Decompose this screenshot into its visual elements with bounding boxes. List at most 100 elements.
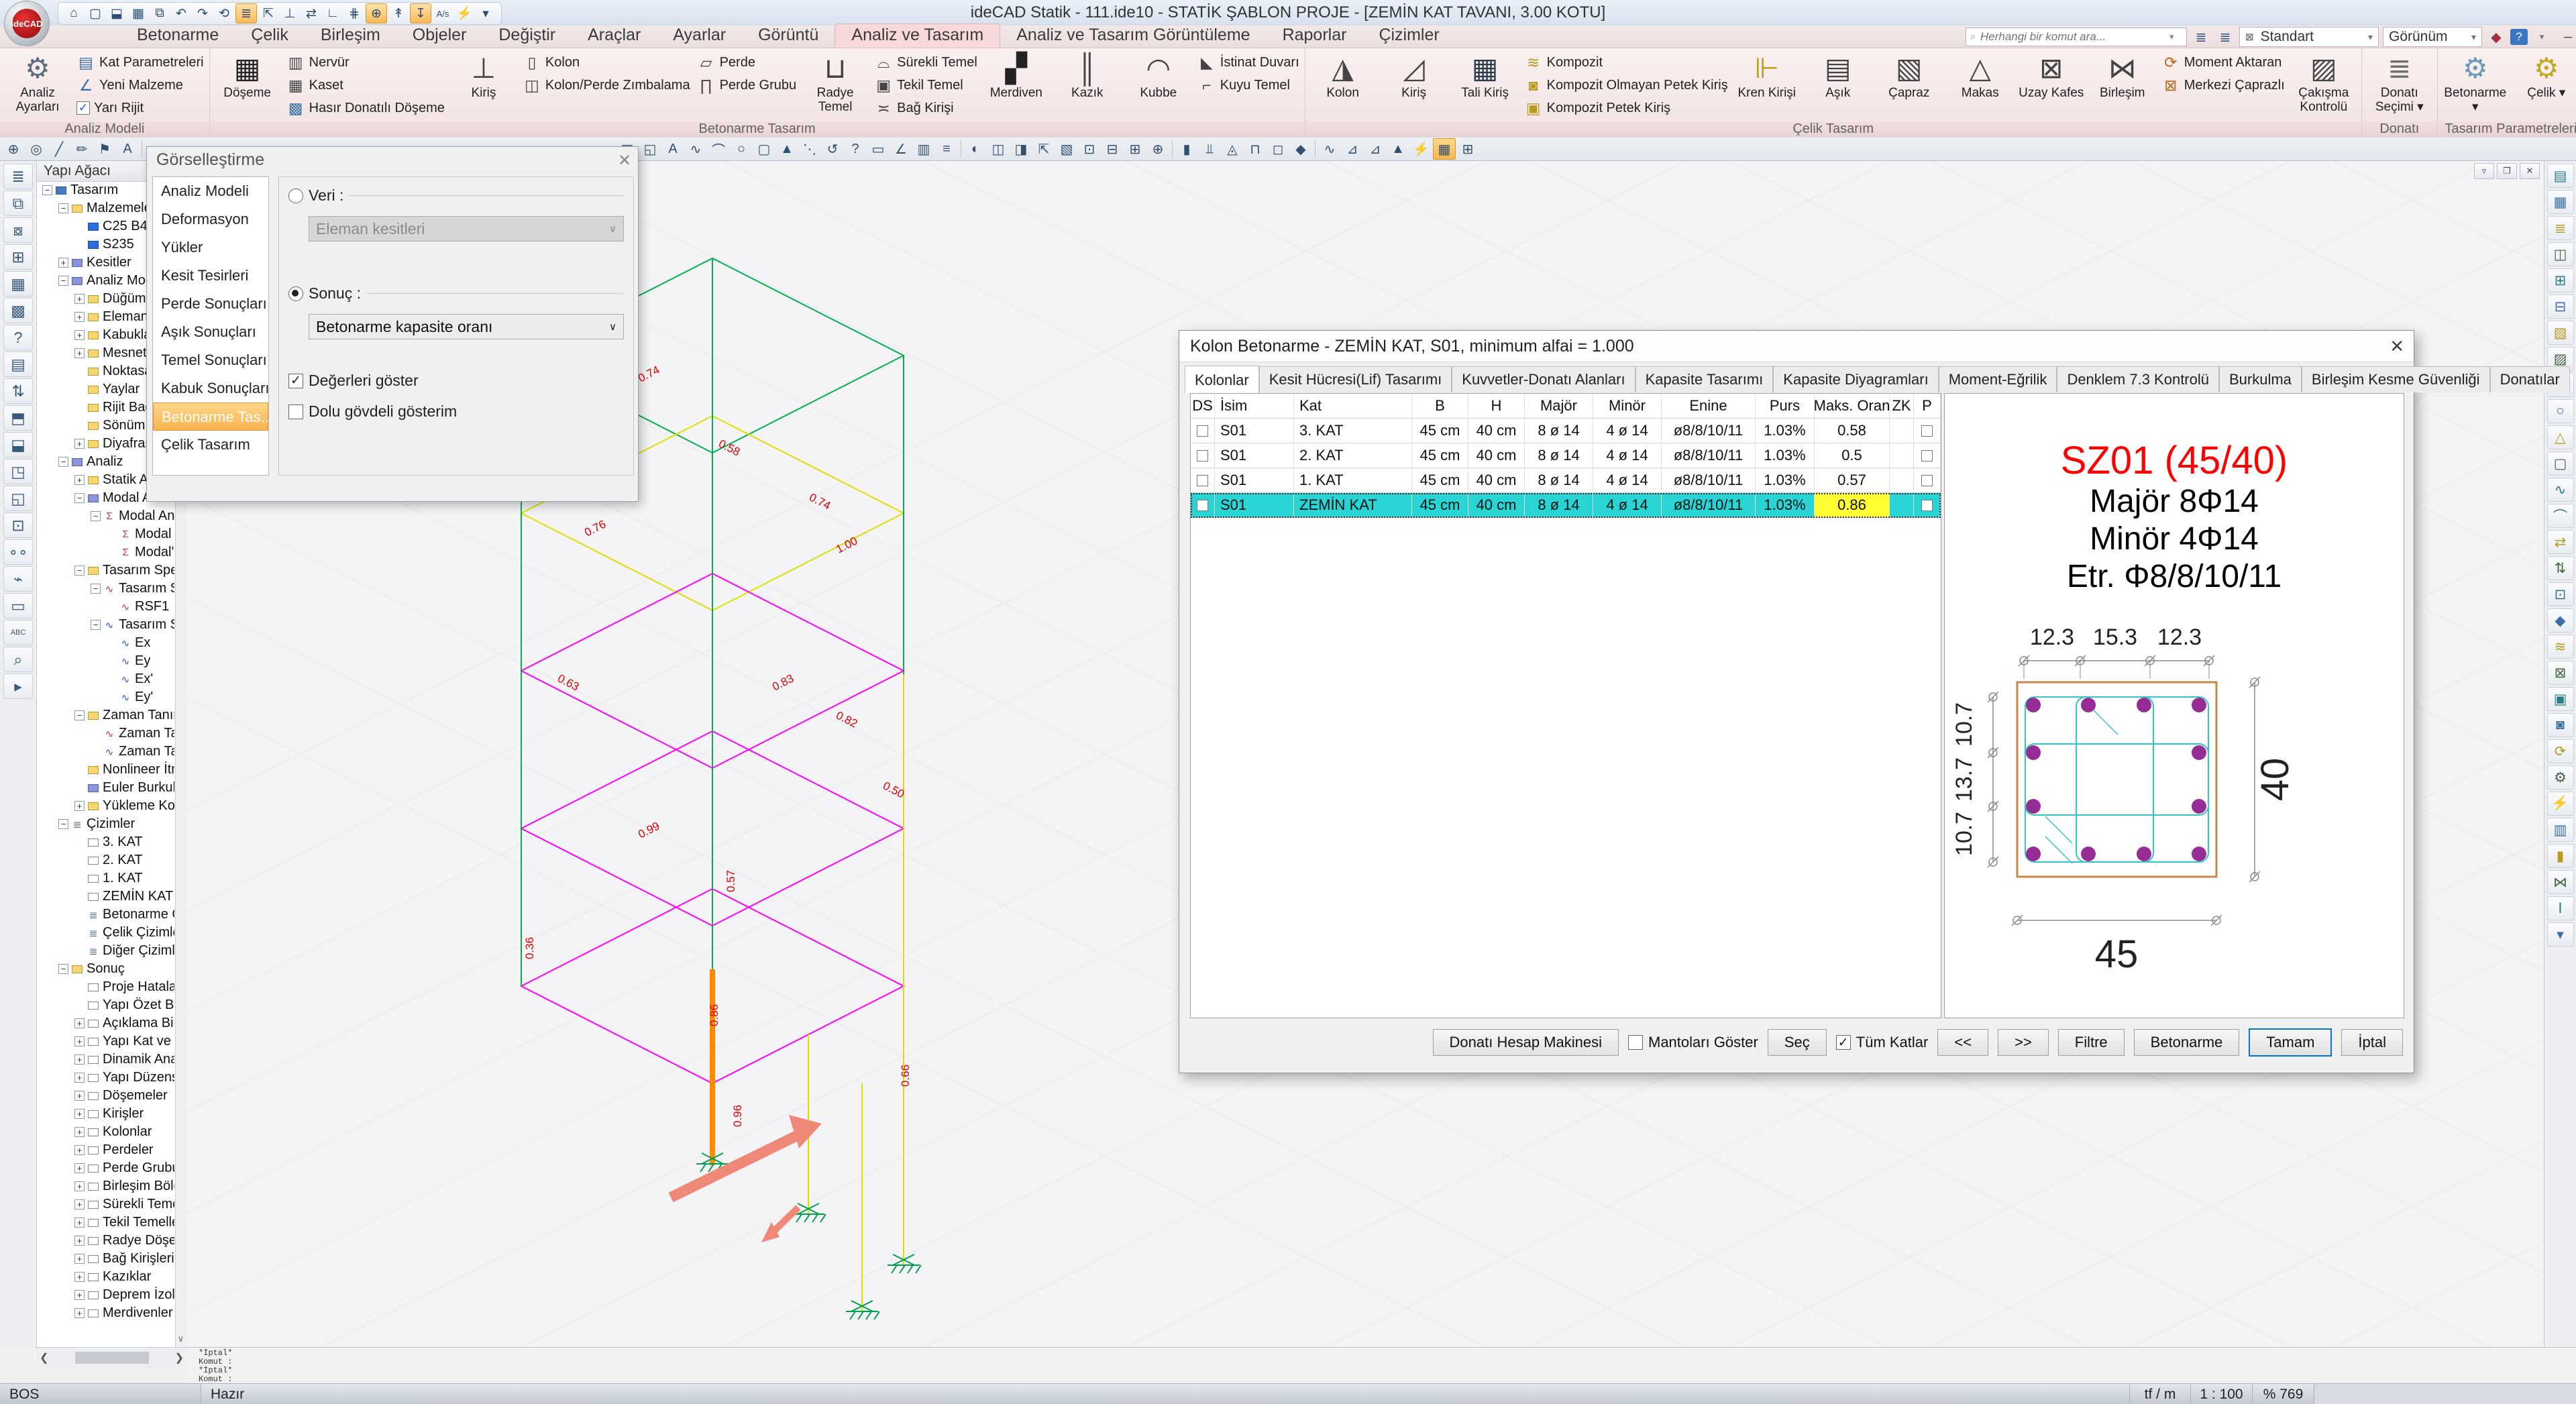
arc-tool-icon[interactable]: ⌒ bbox=[2547, 504, 2574, 528]
row-checkbox[interactable] bbox=[1197, 475, 1208, 486]
strip-expand-icon[interactable]: ▸ bbox=[3, 673, 33, 699]
portal-icon[interactable]: ⊓ bbox=[1244, 139, 1266, 159]
row-checkbox[interactable] bbox=[1921, 425, 1933, 437]
dialog-close-icon[interactable]: ✕ bbox=[2390, 336, 2404, 357]
origin-icon[interactable]: ⊕ bbox=[1147, 139, 1169, 159]
hatch-icon[interactable]: ▧ bbox=[1056, 139, 1077, 159]
tree-item-rsf1[interactable]: ∿RSF1 bbox=[37, 598, 174, 616]
target-icon[interactable]: ◙ bbox=[2547, 713, 2574, 737]
layer-stack-icon[interactable]: ≣ bbox=[2191, 28, 2211, 46]
rotate-icon[interactable]: ↺ bbox=[822, 139, 843, 159]
tree-item-ey[interactable]: ∿Ey bbox=[37, 652, 174, 670]
capacity-icon[interactable]: ⊿ bbox=[1364, 139, 1386, 159]
add-element-icon[interactable]: ⊞ bbox=[3, 244, 33, 270]
tree-scroll-down-icon[interactable]: ∨ bbox=[175, 1331, 186, 1347]
result-grid-icon[interactable]: ▦ bbox=[1433, 138, 1456, 160]
tree-item-yap-kat-ve-y-k-bilgileri[interactable]: +Yapı Kat ve Yük Bilgileri bbox=[37, 1032, 174, 1050]
mirror-icon[interactable]: ⇄ bbox=[2547, 530, 2574, 554]
composite-button[interactable]: ≋Kompozit bbox=[1521, 51, 1731, 74]
betonarme-button[interactable]: Betonarme bbox=[2134, 1029, 2240, 1056]
command-search-box[interactable]: ⌕ ▾ bbox=[1966, 28, 2187, 46]
--button[interactable]: << bbox=[1937, 1029, 1988, 1056]
layer-manager-icon[interactable]: ≣ bbox=[2547, 216, 2574, 240]
concrete-parameters-button[interactable]: ⚙Betonarme ▾ bbox=[2440, 50, 2510, 120]
tree-item-proje-hatalar-[interactable]: Proje Hataları bbox=[37, 978, 174, 996]
ribbed-slab-button[interactable]: ▥Nervür bbox=[284, 51, 447, 74]
tree-item-ex-[interactable]: ∿Ex' bbox=[37, 670, 174, 688]
dialog-tab-kesit-h-cresi-lif-tasar-m-[interactable]: Kesit Hücresi(Lif) Tasarımı bbox=[1259, 366, 1452, 392]
collapse-icon[interactable]: − bbox=[74, 493, 85, 503]
tree-item-dinamik-analiz[interactable]: +Dinamik Analiz bbox=[37, 1050, 174, 1069]
menu-tab-ayarlar[interactable]: Ayarlar bbox=[657, 24, 742, 48]
expand-icon[interactable]: + bbox=[58, 258, 68, 268]
auto-label-icon[interactable]: ABC bbox=[3, 620, 33, 645]
tree-item-ey-[interactable]: ∿Ey' bbox=[37, 688, 174, 706]
join-icon[interactable]: ⋈ bbox=[2547, 870, 2574, 894]
viewport-icon[interactable]: ◫ bbox=[987, 139, 1009, 159]
tree-item-modal-[interactable]: ΣModal' bbox=[37, 543, 174, 561]
shearwall-group-button[interactable]: ∏Perde Grubu bbox=[694, 74, 800, 97]
image-frame-icon[interactable]: ◱ bbox=[639, 139, 661, 159]
move-view-icon[interactable]: ⇱ bbox=[1033, 139, 1055, 159]
strip-more-icon[interactable]: ▾ bbox=[2547, 922, 2574, 947]
dialog-tab-denklem-7-3-kontrol-[interactable]: Denklem 7.3 Kontrolü bbox=[2057, 366, 2219, 392]
collapse-icon[interactable]: − bbox=[58, 819, 68, 829]
collapse-icon[interactable]: − bbox=[58, 457, 68, 467]
3p-icon[interactable]: ⊞ bbox=[1124, 139, 1146, 159]
steel-beam-button[interactable]: ◿Kiriş bbox=[1379, 50, 1449, 120]
collapse-icon[interactable]: − bbox=[74, 710, 85, 720]
tree-horizontal-scrollbar-thumb[interactable] bbox=[75, 1352, 149, 1364]
dome-button[interactable]: ◠Kubbe bbox=[1124, 50, 1193, 120]
t-m-katlar-checkbox[interactable]: ✓ bbox=[1836, 1035, 1851, 1050]
expand-icon[interactable]: + bbox=[74, 1018, 85, 1028]
story-parameters-button[interactable]: ▤Kat Parametreleri bbox=[74, 51, 207, 74]
expand-icon[interactable]: + bbox=[74, 1163, 85, 1173]
autosave-icon[interactable]: A/s bbox=[433, 4, 453, 23]
expand-icon[interactable]: + bbox=[74, 330, 85, 340]
table-row[interactable]: S013. KAT45 cm40 cm8 ø 144 ø 14ø8/8/10/1… bbox=[1191, 419, 1941, 443]
profile-icon[interactable]: Ⅰ bbox=[2547, 896, 2574, 920]
show-values-checkbox[interactable]: ✓ bbox=[288, 374, 303, 388]
result-table-icon[interactable]: ⊞ bbox=[1457, 139, 1479, 159]
expand-icon[interactable]: + bbox=[74, 312, 85, 322]
tie-beam-button[interactable]: ≍Bağ Kirişi bbox=[871, 97, 980, 119]
collapse-icon[interactable]: − bbox=[91, 620, 101, 630]
circle-icon[interactable]: ○ bbox=[731, 139, 752, 159]
delete-box-icon[interactable]: ⊠ bbox=[2547, 661, 2574, 685]
mesh-icon[interactable]: ▩ bbox=[3, 298, 33, 323]
stretch-icon[interactable]: ▭ bbox=[3, 593, 33, 618]
steel-parameters-button[interactable]: ⚙Çelik ▾ bbox=[2512, 50, 2576, 120]
zoom-extents-icon[interactable]: ⊕ bbox=[3, 139, 24, 159]
settings-icon[interactable]: ⚙ bbox=[2547, 765, 2574, 790]
shearwall-button[interactable]: ▱Perde bbox=[694, 51, 800, 74]
draw-line-icon[interactable]: ╱ bbox=[48, 139, 70, 159]
tree-item--elik-izimleri[interactable]: ≣Çelik Çizimleri bbox=[37, 924, 174, 942]
pile-button[interactable]: ║Kazık bbox=[1053, 50, 1122, 120]
tree-item-ex[interactable]: ∿Ex bbox=[37, 634, 174, 652]
semi-rigid-checkbox[interactable]: ✓ bbox=[76, 101, 90, 115]
tree-item-2-kat[interactable]: 2. KAT bbox=[37, 851, 174, 869]
connection-button[interactable]: ⋈Birleşim bbox=[2088, 50, 2157, 120]
z-level-icon[interactable]: ⊟ bbox=[1102, 139, 1123, 159]
flip-icon[interactable]: ⇅ bbox=[2547, 556, 2574, 580]
tamam-button[interactable]: Tamam bbox=[2249, 1028, 2332, 1057]
row-checkbox[interactable] bbox=[1921, 500, 1933, 511]
refresh-icon[interactable]: ⟳ bbox=[2547, 739, 2574, 763]
single-foundation-button[interactable]: ▣Tekil Temel bbox=[871, 74, 980, 97]
points-icon[interactable]: ∘∘ bbox=[3, 539, 33, 565]
help-dropdown-icon[interactable]: ▾ bbox=[2532, 28, 2552, 46]
zoom-window-icon[interactable]: ◎ bbox=[25, 139, 47, 159]
vis-category--elik-tasar-m[interactable]: Çelik Tasarım bbox=[153, 431, 268, 459]
collapse-icon[interactable]: − bbox=[58, 964, 68, 974]
standart-combo[interactable]: ⊠ Standart ▾ bbox=[2239, 27, 2379, 47]
triangle-tool-icon[interactable]: △ bbox=[2547, 425, 2574, 449]
tree-item--izimler[interactable]: −≣Çizimler bbox=[37, 815, 174, 833]
structure-tree-icon[interactable]: ≣ bbox=[3, 164, 33, 189]
shade-icon[interactable]: ◐ bbox=[965, 139, 986, 159]
polyline-icon[interactable]: ∿ bbox=[685, 139, 706, 159]
hatch-style-icon[interactable]: ▧ bbox=[2547, 321, 2574, 345]
open-file-icon[interactable]: ⬓ bbox=[107, 4, 127, 23]
column-tool-icon[interactable]: ▮ bbox=[1176, 139, 1197, 159]
expand-icon[interactable]: + bbox=[74, 1145, 85, 1155]
tree-item-kolonlar[interactable]: +Kolonlar bbox=[37, 1123, 174, 1141]
